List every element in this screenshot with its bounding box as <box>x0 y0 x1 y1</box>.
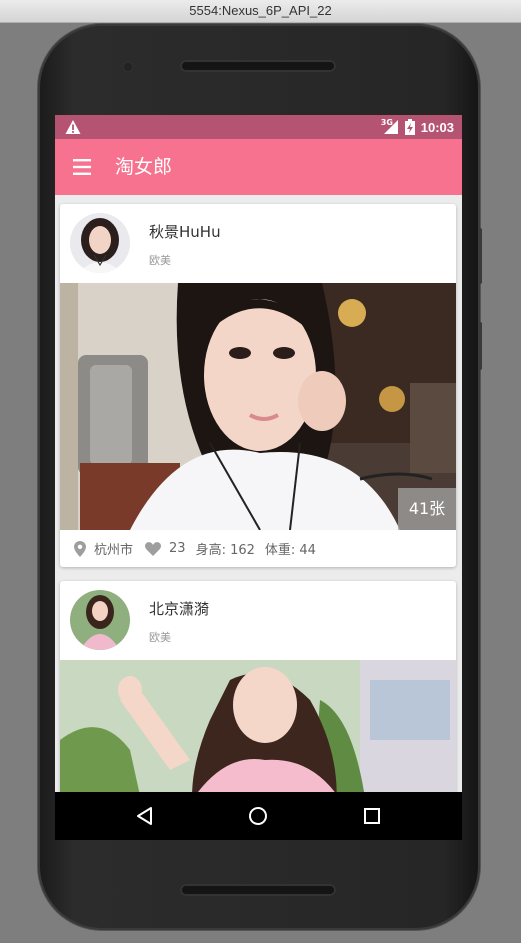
app-title: 淘女郎 <box>115 156 173 178</box>
android-navigation-bar <box>55 792 462 840</box>
model-photo[interactable] <box>60 660 456 792</box>
model-name[interactable]: 北京潇漪 <box>149 598 209 619</box>
triangle-back-icon[interactable] <box>133 804 157 828</box>
model-photo[interactable]: 41张 <box>60 283 456 530</box>
model-photo-image <box>60 283 456 530</box>
phone-power-button <box>478 228 482 284</box>
status-clock: 10:03 <box>420 119 454 135</box>
app-toolbar: 淘女郎 <box>55 139 462 195</box>
circle-home-icon[interactable] <box>246 804 270 828</box>
model-city: 杭州市 <box>94 543 134 558</box>
model-weight: 体重: 44 <box>264 543 316 558</box>
bottom-speaker <box>180 884 336 896</box>
battery-icon <box>404 119 415 135</box>
status-indicators: 3G 10:03 <box>381 115 454 139</box>
phone-volume-button <box>478 322 482 370</box>
front-camera <box>122 61 134 73</box>
model-name[interactable]: 秋景HuHu <box>149 221 221 242</box>
model-list[interactable]: 秋景HuHu 欧美 41张 杭州市 23 身高: 162 体重: 44 北京潇漪… <box>55 195 462 792</box>
model-tag: 欧美 <box>149 254 171 267</box>
model-avatar[interactable] <box>70 590 130 650</box>
model-photo-image <box>60 660 456 792</box>
network-type-label: 3G <box>380 118 393 127</box>
phone-screen: 3G 10:03 淘女郎 秋景HuHu 欧美 41张 杭州市 23 身高: 16… <box>55 115 462 840</box>
emulator-window-titlebar: 5554:Nexus_6P_API_22 <box>0 0 521 23</box>
status-bar: 3G 10:03 <box>55 115 462 139</box>
top-speaker <box>180 60 336 72</box>
model-card[interactable]: 秋景HuHu 欧美 41张 杭州市 23 身高: 162 体重: 44 <box>60 204 456 567</box>
model-tag: 欧美 <box>149 631 171 644</box>
model-likes: 23 <box>169 541 186 556</box>
signal-icon: 3G <box>380 118 399 135</box>
warning-icon <box>65 120 81 134</box>
hamburger-icon[interactable] <box>67 153 97 181</box>
photo-count-badge: 41张 <box>398 488 456 530</box>
model-info-row: 杭州市 23 身高: 162 体重: 44 <box>60 530 456 567</box>
square-recents-icon[interactable] <box>360 804 384 828</box>
location-pin-icon <box>74 540 86 557</box>
model-height: 身高: 162 <box>195 543 255 558</box>
model-avatar[interactable] <box>70 213 130 273</box>
model-card[interactable]: 北京潇漪 欧美 <box>60 581 456 792</box>
heart-icon <box>145 541 161 556</box>
emulator-window-title: 5554:Nexus_6P_API_22 <box>189 3 332 18</box>
